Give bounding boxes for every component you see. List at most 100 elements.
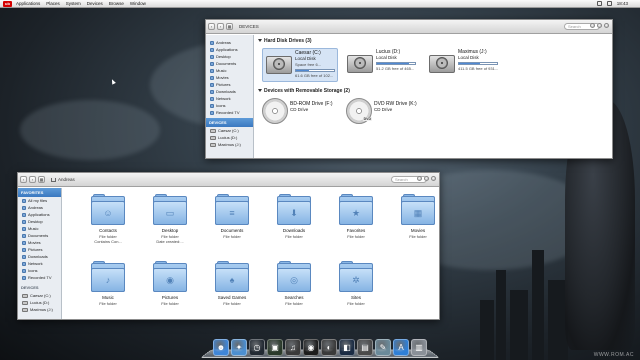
folder-desktop[interactable]: ▭ Desktop File folder Date created:... bbox=[140, 194, 200, 244]
menu-devices[interactable]: Devices bbox=[87, 1, 103, 6]
sidebar-item-documents[interactable]: Documents bbox=[18, 232, 61, 239]
sidebar-item-all-my-files[interactable]: All my files bbox=[18, 197, 61, 204]
collapse-triangle-icon[interactable] bbox=[258, 89, 262, 92]
clock[interactable]: 18:43 bbox=[617, 1, 628, 6]
drive-free-space: 51.2 GB free of 465... bbox=[376, 66, 415, 71]
sidebar-item-network[interactable]: Network bbox=[206, 95, 253, 102]
sidebar-item-recorded-tv[interactable]: Recorded TV bbox=[206, 109, 253, 116]
sidebar-item-icons[interactable]: Icons bbox=[206, 102, 253, 109]
sidebar-item-icons[interactable]: Icons bbox=[18, 267, 61, 274]
drive-usage-fill bbox=[459, 63, 480, 64]
drive-lucius-d[interactable]: Lucius (D:) Local Disk 51.2 GB free of 465… bbox=[344, 48, 420, 82]
menu-window[interactable]: Window bbox=[130, 1, 146, 6]
drive-caesar-c[interactable]: Caesar (C:) Local Disk Space free 6... 61.6… bbox=[262, 48, 338, 82]
optical-drive-bd-rom-drive-f[interactable]: BD-ROM Drive (F:) CD Drive bbox=[262, 98, 342, 132]
sites-icon: ✲ bbox=[339, 268, 373, 292]
sidebar-item-maximus-j[interactable]: Maximus (J:) bbox=[206, 141, 253, 148]
dock-trash-icon[interactable]: ▥ bbox=[411, 339, 427, 356]
sidebar-item-lucius-d[interactable]: Lucius (D:) bbox=[18, 299, 61, 306]
sidebar-item-desktop[interactable]: Desktop bbox=[206, 53, 253, 60]
back-button[interactable]: ‹ bbox=[20, 176, 27, 183]
folder-music[interactable]: ♪ Music File folder bbox=[78, 261, 138, 306]
breadcrumb[interactable]: DEVICES bbox=[239, 24, 259, 29]
dock-app-store-icon[interactable]: A bbox=[393, 339, 409, 356]
sidebar-item-applications[interactable]: Applications bbox=[18, 211, 61, 218]
devices-titlebar[interactable]: ‹ › ▦ DEVICES Search bbox=[206, 20, 612, 34]
sidebar-item-downloads[interactable]: Downloads bbox=[18, 253, 61, 260]
view-button[interactable]: ▦ bbox=[38, 176, 45, 183]
sidebar-item-desktop[interactable]: Desktop bbox=[18, 218, 61, 225]
forward-button[interactable]: › bbox=[29, 176, 36, 183]
sidebar-item-downloads[interactable]: Downloads bbox=[206, 88, 253, 95]
dock-finder-icon[interactable]: ☻ bbox=[213, 339, 229, 356]
removable-group-title[interactable]: Devices with Removable Storage (2) bbox=[258, 87, 608, 94]
collapse-triangle-icon[interactable] bbox=[258, 39, 262, 42]
sidebar-item-pictures[interactable]: Pictures bbox=[206, 81, 253, 88]
dock-safari-icon[interactable]: ✦ bbox=[231, 339, 247, 356]
sidebar-header-devices[interactable]: DEVICES bbox=[18, 283, 61, 292]
hard-disk-group-title[interactable]: Hard Disk Drives (3) bbox=[258, 37, 608, 44]
breadcrumb[interactable]: Andreas bbox=[51, 177, 75, 182]
dock-itunes-icon[interactable]: ♫ bbox=[285, 339, 301, 356]
menu-system[interactable]: System bbox=[66, 1, 81, 6]
sidebar-item-movies[interactable]: Movies bbox=[18, 239, 61, 246]
menu-applications[interactable]: Applications bbox=[16, 1, 40, 6]
maximize-button[interactable] bbox=[424, 176, 429, 181]
sidebar-item-network[interactable]: Network bbox=[18, 260, 61, 267]
sidebar-item-andreas[interactable]: Andreas bbox=[206, 39, 253, 46]
dock-quicktime-icon[interactable]: ◉ bbox=[303, 339, 319, 356]
optical-list: BD-ROM Drive (F:) CD Drive DVD DVD RW Drive… bbox=[262, 98, 608, 132]
sidebar-item-andreas[interactable]: Andreas bbox=[18, 204, 61, 211]
folder-movies[interactable]: ▦ Movies File folder bbox=[388, 194, 439, 239]
folder-searches[interactable]: ◎ Searches File folder bbox=[264, 261, 324, 306]
volume-icon[interactable] bbox=[606, 1, 612, 6]
minimize-button[interactable] bbox=[417, 176, 422, 181]
hard-disk-platter bbox=[273, 58, 285, 70]
dock-dashboard-icon[interactable]: ◷ bbox=[249, 339, 265, 356]
sidebar-item-music[interactable]: Music bbox=[206, 67, 253, 74]
folder-pictures[interactable]: ◉ Pictures File folder bbox=[140, 261, 200, 306]
sidebar-item-lucius-d[interactable]: Lucius (D:) bbox=[206, 134, 253, 141]
sidebar-item-label: Andreas bbox=[28, 205, 43, 210]
sidebar-item-pictures[interactable]: Pictures bbox=[18, 246, 61, 253]
sidebar-item-music[interactable]: Music bbox=[18, 225, 61, 232]
back-button[interactable]: ‹ bbox=[208, 23, 215, 30]
dock-photos-icon[interactable]: ▣ bbox=[267, 339, 283, 356]
dock-dvd-player-icon[interactable]: ◐ bbox=[321, 339, 337, 356]
folder-sites[interactable]: ✲ Sites File folder bbox=[326, 261, 386, 306]
folder-favorites[interactable]: ★ Favorites File folder bbox=[326, 194, 386, 239]
folder-icon: ▭ bbox=[153, 194, 187, 226]
maximize-button[interactable] bbox=[597, 23, 602, 28]
sidebar-item-documents[interactable]: Documents bbox=[206, 60, 253, 67]
close-button[interactable] bbox=[604, 23, 609, 28]
forward-button[interactable]: › bbox=[217, 23, 224, 30]
sidebar-item-label: Lucius (D:) bbox=[218, 135, 238, 140]
folder-documents[interactable]: ≡ Documents File folder bbox=[202, 194, 262, 239]
menu-browse[interactable]: Browse bbox=[109, 1, 124, 6]
folder-saved-games[interactable]: ♠ Saved Games File folder bbox=[202, 261, 262, 306]
menu-places[interactable]: Places bbox=[46, 1, 60, 6]
sidebar-item-caesar-c[interactable]: Caesar (C:) bbox=[18, 292, 61, 299]
network-icon[interactable] bbox=[596, 1, 602, 6]
drive-maximus-j[interactable]: Maximus (J:) Local Disk 411.5 GB free of 9… bbox=[426, 48, 502, 82]
folder-contacts[interactable]: ☺ Contacts File folder Contains Con... bbox=[78, 194, 138, 244]
close-button[interactable] bbox=[431, 176, 436, 181]
dock-mission-control-icon[interactable]: ◧ bbox=[339, 339, 355, 356]
sidebar-item-recorded-tv[interactable]: Recorded TV bbox=[18, 274, 61, 281]
sidebar-header-devices[interactable]: DEVICES bbox=[206, 118, 253, 127]
devices-window: ‹ › ▦ DEVICES Search Andreas Applications… bbox=[205, 19, 613, 159]
dock-terminal-icon[interactable]: ▤ bbox=[357, 339, 373, 356]
folder-downloads[interactable]: ⬇ Downloads File folder bbox=[264, 194, 324, 239]
folder-type: File folder bbox=[347, 233, 365, 239]
home-titlebar[interactable]: ‹ › ▦ Andreas Search bbox=[18, 173, 439, 187]
sidebar-item-applications[interactable]: Applications bbox=[206, 46, 253, 53]
view-button[interactable]: ▦ bbox=[226, 23, 233, 30]
sidebar-item-caesar-c[interactable]: Caesar (C:) bbox=[206, 127, 253, 134]
dock-text-edit-icon[interactable]: ✎ bbox=[375, 339, 391, 356]
sidebar-item-maximus-j[interactable]: Maximus (J:) bbox=[18, 306, 61, 313]
optical-drive-dvd-rw-drive-k[interactable]: DVD DVD RW Drive (K:) CD Drive bbox=[346, 98, 426, 132]
minimize-button[interactable] bbox=[590, 23, 595, 28]
system-logo-icon[interactable]: ub bbox=[3, 0, 12, 7]
sidebar-item-label: Recorded TV bbox=[28, 275, 52, 280]
sidebar-item-movies[interactable]: Movies bbox=[206, 74, 253, 81]
